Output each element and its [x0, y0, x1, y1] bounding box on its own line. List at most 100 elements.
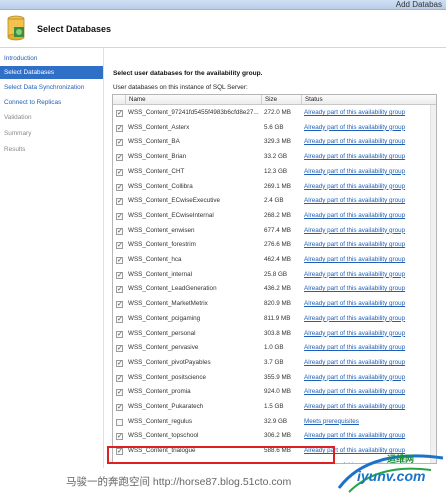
window-title: Add Databas — [395, 0, 442, 9]
table-row[interactable]: WSS_Content_promia 924.0 MB Already part o… — [113, 385, 436, 401]
table-row[interactable]: WSS_Content_internal 25.8 GB Already part … — [113, 268, 436, 283]
status-link[interactable]: Already part of this availability group — [304, 385, 405, 400]
database-size: 355.9 MB — [264, 373, 291, 381]
row-checkbox[interactable] — [116, 328, 123, 342]
database-size: 2.4 GB — [264, 197, 284, 205]
database-list-caption: User databases on this instance of SQL S… — [113, 84, 248, 91]
status-link[interactable]: Already part of this availability group — [304, 341, 405, 356]
database-name: WSS_Content_internal — [128, 270, 193, 278]
main-panel: Select user databases for the availabili… — [105, 48, 446, 468]
row-checkbox[interactable] — [116, 225, 123, 239]
status-link[interactable]: Already part of this availability group — [304, 327, 405, 342]
table-row[interactable]: WSS_Content_MarketMetrix 820.9 MB Already … — [113, 297, 436, 313]
database-size: 5.6 GB — [264, 123, 284, 131]
status-link[interactable]: Already part of this availability group — [304, 297, 405, 312]
row-checkbox[interactable] — [116, 254, 123, 269]
row-checkbox[interactable] — [116, 195, 123, 210]
table-row[interactable]: WSS_Content_pivotPayables 3.7 GB Already p… — [113, 356, 436, 372]
row-checkbox[interactable] — [116, 313, 123, 327]
column-name[interactable]: Name — [129, 96, 146, 103]
status-link[interactable]: Already part of this availability group — [304, 180, 405, 195]
row-checkbox[interactable] — [116, 210, 123, 225]
status-link[interactable]: Already part of this availability group — [304, 253, 405, 268]
table-row[interactable]: WSS_Content_pervasive 1.0 GB Already part … — [113, 341, 436, 357]
row-checkbox[interactable] — [116, 386, 123, 401]
table-row[interactable]: WSS_Content_CHT 12.3 GB Already part of th… — [113, 165, 436, 180]
status-link[interactable]: Already part of this availability group — [304, 356, 405, 371]
site-logo: 运维网 iyunv.com — [331, 448, 446, 497]
nav-item-summary: Summary — [4, 130, 32, 137]
table-row[interactable]: WSS_Content_pcigaming 811.9 MB Already par… — [113, 312, 436, 327]
table-row[interactable]: WSS_Content_LeadGeneration 436.2 MB Alread… — [113, 282, 436, 298]
column-status[interactable]: Status — [305, 96, 323, 103]
wizard-nav: Introduction Select Databases Select Dat… — [0, 48, 104, 468]
table-row[interactable]: WSS_Content_Brian 33.2 GB Already part of … — [113, 150, 436, 166]
table-row[interactable]: WSS_Content_regulus 32.9 GB Meets prerequi… — [113, 415, 436, 430]
row-checkbox[interactable] — [116, 122, 123, 136]
table-row[interactable]: WSS_Content_ECwiseExecutive 2.4 GB Already… — [113, 194, 436, 210]
database-size: 462.4 MB — [264, 256, 291, 263]
row-checkbox[interactable] — [116, 298, 123, 313]
status-link[interactable]: Already part of this availability group — [304, 282, 405, 297]
table-row[interactable]: WSS_Content_topschool 306.2 MB Already par… — [113, 429, 436, 445]
status-link[interactable]: Already part of this availability group — [304, 165, 405, 180]
status-link[interactable]: Already part of this availability group — [304, 209, 405, 224]
status-link[interactable]: Already part of this availability group — [304, 106, 405, 121]
row-checkbox[interactable] — [116, 342, 123, 357]
grid-scrollbar[interactable] — [430, 105, 436, 463]
status-link[interactable]: Already part of this availability group — [304, 371, 405, 386]
database-name: WSS_Content_Asterx — [128, 123, 190, 131]
database-size: 1.5 GB — [264, 403, 284, 410]
database-name: WSS_Content_forestrim — [128, 241, 196, 249]
database-name: WSS_Content_CHT — [128, 167, 185, 175]
table-row[interactable]: WSS_Content_Pukaratech 1.5 GB Already part… — [113, 400, 436, 416]
table-row[interactable]: WSS_Content_ECwiseInternal 268.2 MB Alread… — [113, 209, 436, 225]
database-size: 303.8 MB — [264, 329, 291, 337]
status-link[interactable]: Already part of this availability group — [304, 312, 405, 327]
database-size: 329.3 MB — [264, 138, 291, 146]
table-row[interactable]: WSS_Content_forestrim 276.6 MB Already par… — [113, 238, 436, 254]
status-link[interactable]: Already part of this availability group — [304, 268, 405, 283]
status-link[interactable]: Already part of this availability group — [304, 238, 405, 253]
table-row[interactable]: WSS_Content_hca 462.4 MB Already part of t… — [113, 253, 436, 269]
database-size: 272.0 MB — [264, 109, 291, 116]
row-checkbox[interactable] — [116, 357, 123, 372]
status-link[interactable]: Already part of this availability group — [304, 224, 405, 239]
status-link[interactable]: Already part of this availability group — [304, 400, 405, 415]
status-link[interactable]: Already part of this availability group — [304, 150, 405, 165]
row-checkbox[interactable] — [116, 372, 123, 386]
row-checkbox[interactable] — [116, 401, 123, 416]
table-row[interactable]: WSS_Content_personal 303.8 MB Already part… — [113, 327, 436, 342]
status-link[interactable]: Already part of this availability group — [304, 429, 405, 444]
database-size: 33.2 GB — [264, 153, 288, 161]
row-checkbox[interactable] — [116, 430, 123, 445]
table-row[interactable]: WSS_Content_BA 329.3 MB Already part of th… — [113, 135, 436, 151]
highlight-annotation — [107, 446, 335, 464]
row-checkbox[interactable] — [116, 283, 123, 298]
row-checkbox[interactable] — [116, 269, 123, 283]
status-link[interactable]: Meets prerequisites — [304, 415, 359, 430]
nav-item-select-databases[interactable]: Select Databases — [0, 66, 103, 79]
row-checkbox[interactable] — [116, 181, 123, 195]
status-link[interactable]: Already part of this availability group — [304, 194, 405, 209]
database-name: WSS_Content_BA — [128, 138, 180, 146]
table-row[interactable]: WSS_Content_Collibra 269.1 MB Already part… — [113, 180, 436, 195]
status-link[interactable]: Already part of this availability group — [304, 135, 405, 150]
nav-item-introduction[interactable]: Introduction — [0, 52, 103, 65]
row-checkbox[interactable] — [116, 107, 123, 122]
database-size: 12.3 GB — [264, 167, 288, 175]
database-size: 306.2 MB — [264, 432, 291, 440]
nav-item-connect-to-replicas[interactable]: Connect to Replicas — [0, 96, 103, 109]
column-size[interactable]: Size — [265, 96, 277, 103]
row-checkbox[interactable] — [116, 239, 123, 254]
table-row[interactable]: WSS_Content_positscience 355.9 MB Already … — [113, 371, 436, 386]
status-link[interactable]: Already part of this availability group — [304, 121, 405, 136]
table-row[interactable]: WSS_Content_97241fd5455f4983b6cfd8e27...… — [113, 106, 436, 122]
table-row[interactable]: WSS_Content_enwisen 677.4 MB Already part … — [113, 224, 436, 239]
row-checkbox[interactable] — [116, 166, 123, 180]
row-checkbox[interactable] — [116, 136, 123, 151]
nav-item-select-data-synchronization[interactable]: Select Data Synchronization — [0, 81, 103, 94]
row-checkbox[interactable] — [116, 418, 123, 426]
table-row[interactable]: WSS_Content_Asterx 5.6 GB Already part of … — [113, 121, 436, 136]
row-checkbox[interactable] — [116, 151, 123, 166]
